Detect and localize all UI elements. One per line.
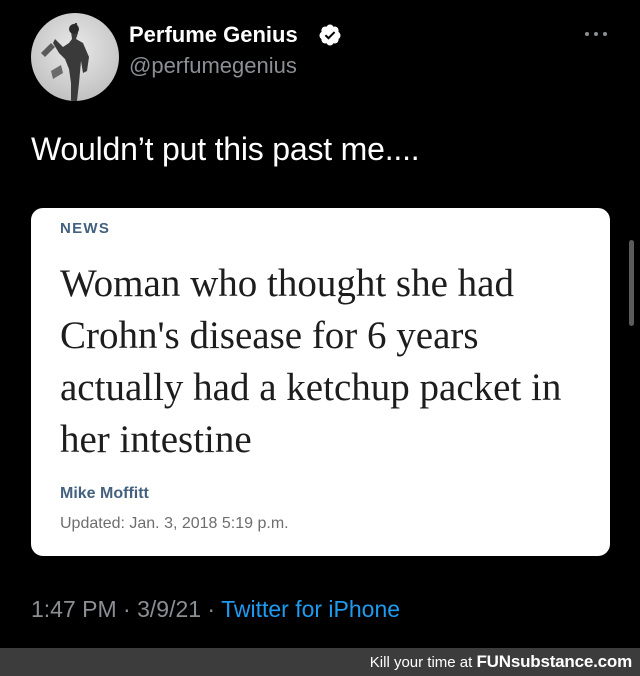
watermark-bar: Kill your time at FUNsubstance.com [0, 648, 640, 676]
tweet: Perfume Genius @perfumegenius Wouldn’t p… [0, 0, 640, 648]
card-updated-date: Updated: Jan. 3, 2018 5:19 p.m. [60, 515, 289, 532]
tweet-source-link[interactable]: Twitter for iPhone [221, 596, 400, 622]
verified-badge-icon [319, 24, 341, 46]
card-category: NEWS [60, 220, 111, 237]
tweet-timestamp[interactable]: 1:47 PM · 3/9/21 · [31, 596, 221, 622]
dot [585, 32, 589, 36]
tweet-meta: 1:47 PM · 3/9/21 · Twitter for iPhone [31, 596, 400, 623]
avatar[interactable] [31, 13, 119, 101]
more-horizontal-icon[interactable] [585, 30, 607, 38]
card-author[interactable]: Mike Moffitt [60, 485, 149, 503]
card-headline[interactable]: Woman who thought she had Crohn's diseas… [60, 258, 600, 466]
scrollbar[interactable] [629, 240, 634, 326]
user-handle[interactable]: @perfumegenius [129, 53, 297, 79]
watermark-prefix: Kill your time at [369, 654, 477, 671]
watermark-text: Kill your time at FUNsubstance.com [370, 652, 632, 672]
avatar-photo [41, 23, 89, 101]
dot [603, 32, 607, 36]
watermark-brand: FUNsubstance.com [476, 652, 632, 671]
news-card[interactable]: NEWS Woman who thought she had Crohn's d… [31, 208, 610, 556]
tweet-text: Wouldn’t put this past me.... [31, 131, 420, 167]
dot [594, 32, 598, 36]
display-name[interactable]: Perfume Genius [129, 22, 298, 48]
